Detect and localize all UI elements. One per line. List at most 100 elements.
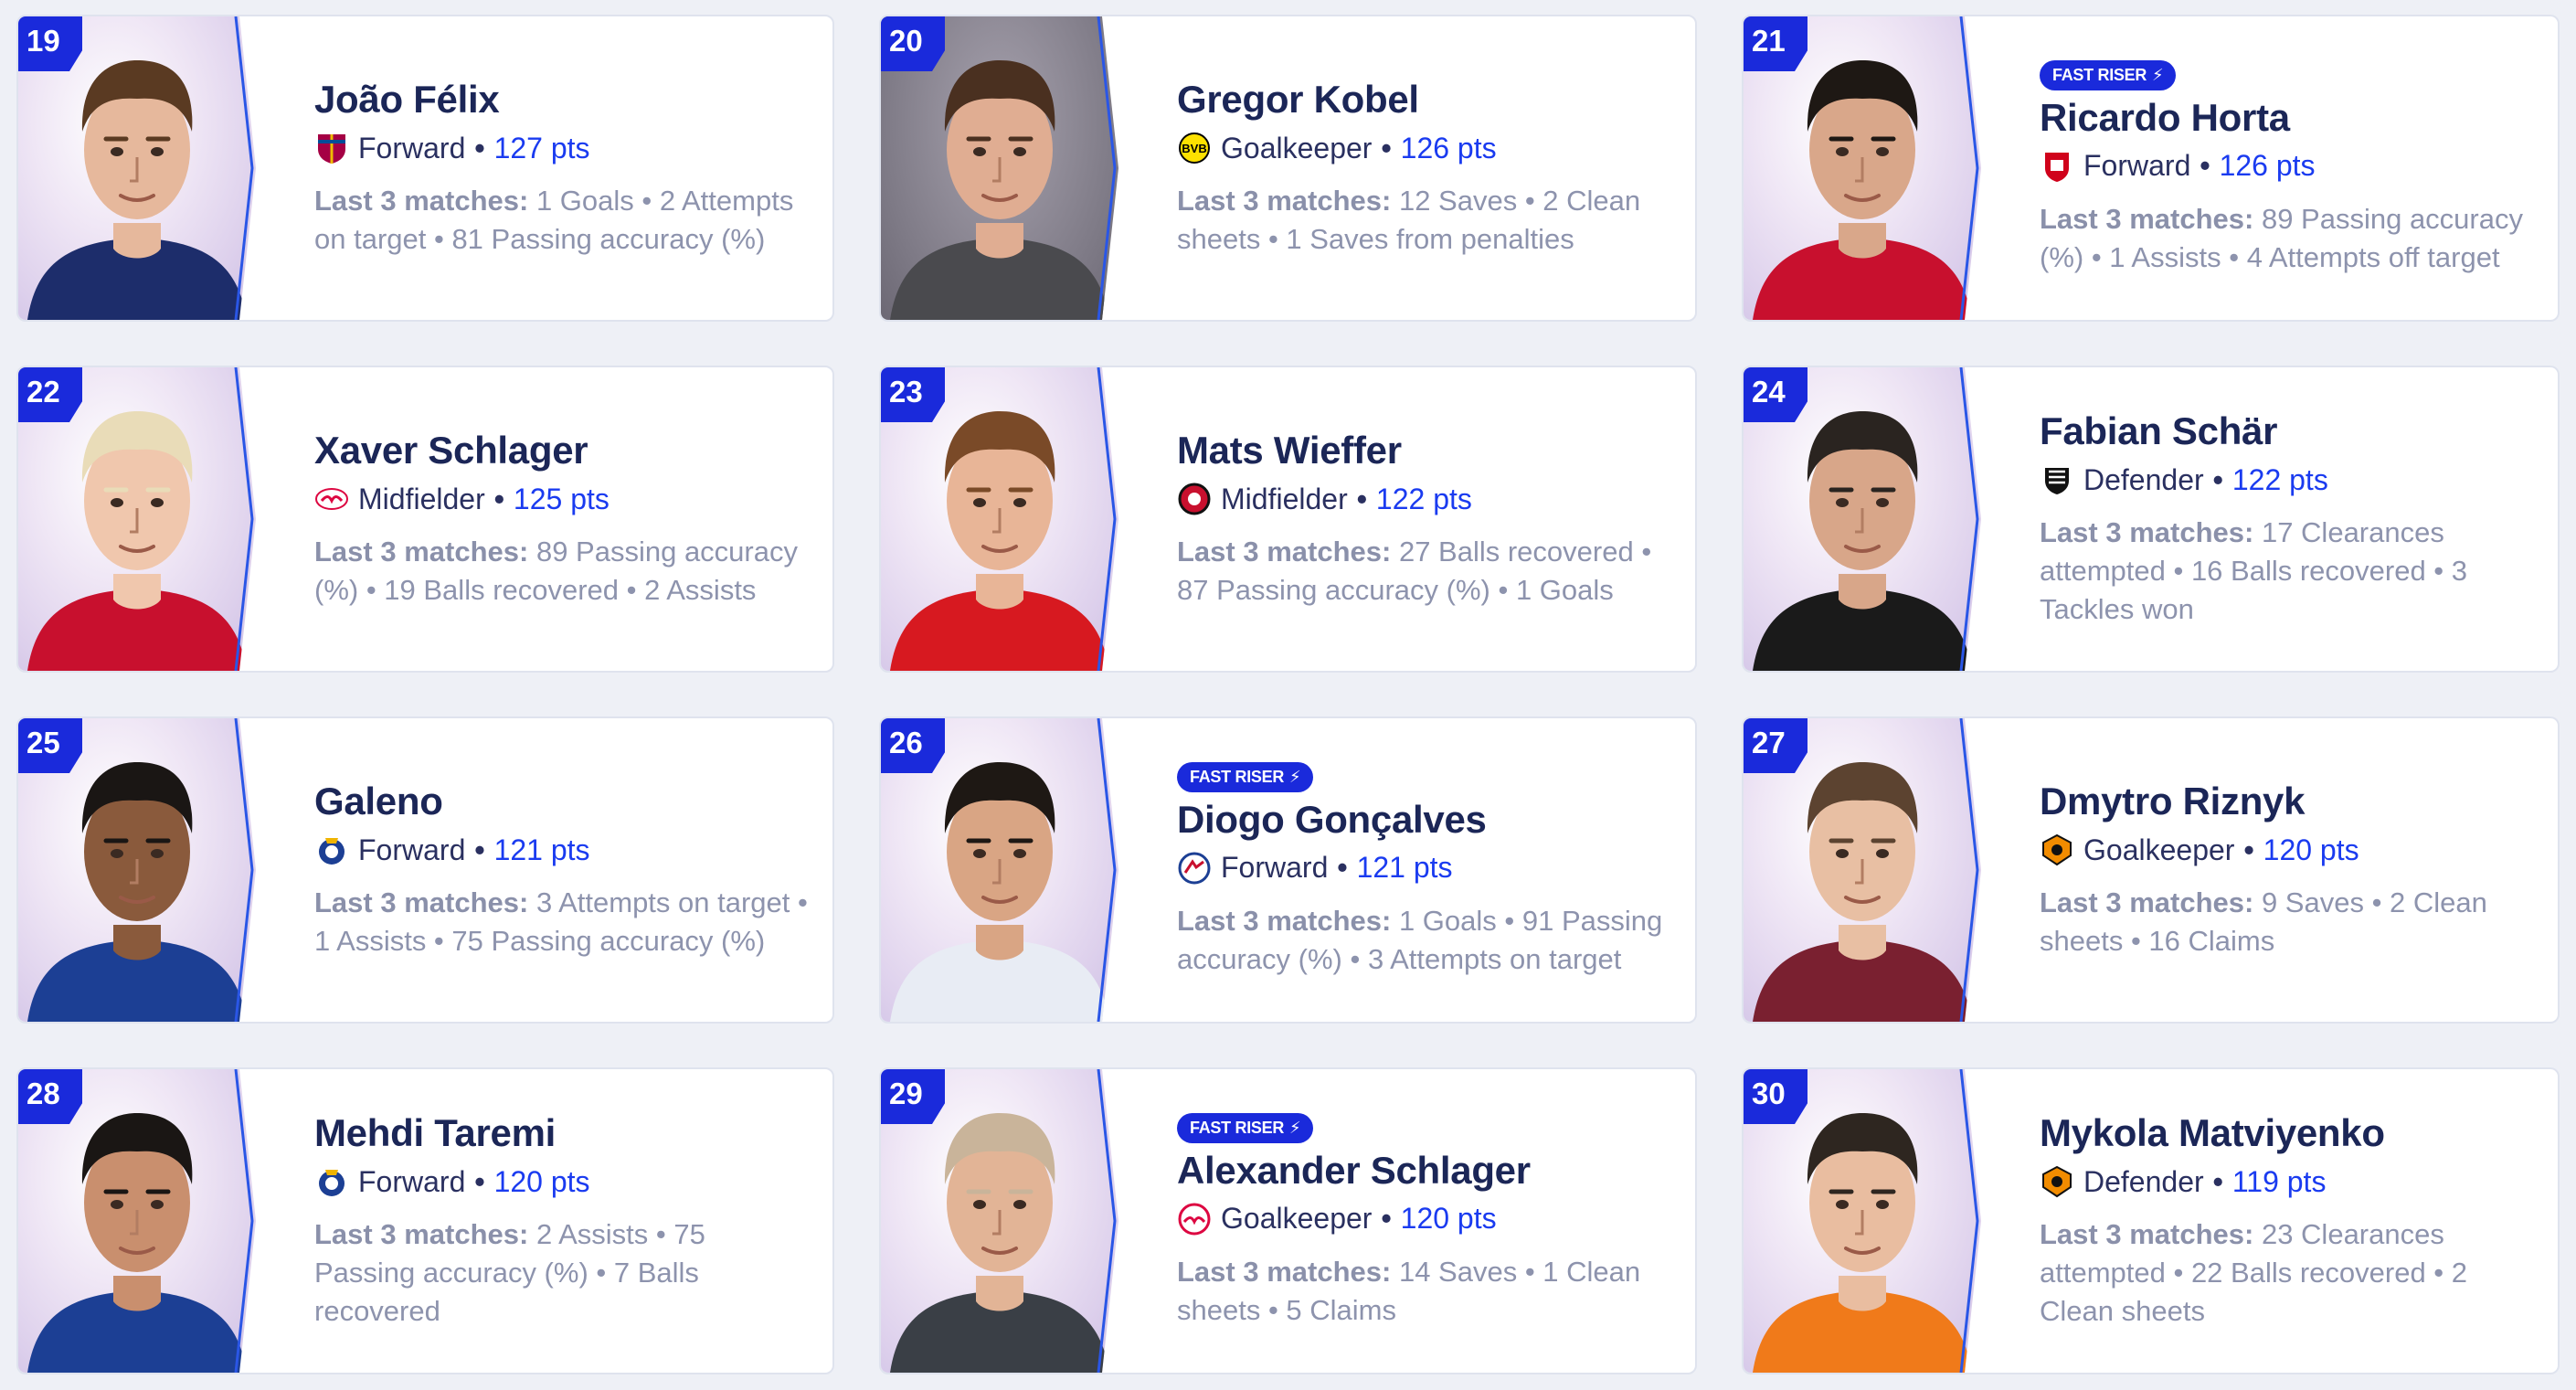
shakhtar-crest-icon — [2042, 1165, 2072, 1198]
shakhtar-crest-icon — [2042, 833, 2072, 866]
rank-number: 24 — [1744, 367, 1807, 422]
feyenoord-crest-icon — [1178, 483, 1211, 515]
player-stats: Last 3 matches: 14 Saves • 1 Clean sheet… — [1177, 1253, 1673, 1330]
player-card-rank-30[interactable]: 30 Mykola Matviyenko Defender • 119 pts Last … — [1742, 1067, 2560, 1374]
svg-text:BVB: BVB — [1182, 142, 1206, 155]
separator-dot: • — [1381, 131, 1392, 164]
player-name[interactable]: Ricardo Horta — [2040, 96, 2536, 140]
porto-crest-icon — [319, 1170, 345, 1196]
player-position: Forward — [358, 833, 466, 866]
player-card-rank-24[interactable]: 24 Fabian Schär Defender • 122 pts Last 3 mat… — [1742, 366, 2560, 673]
rank-number: 20 — [881, 16, 945, 71]
stats-label: Last 3 matches: — [2040, 516, 2254, 548]
player-info: Galeno Forward • 121 pts Last 3 matches: 3 A… — [314, 718, 811, 1022]
rank-number: 22 — [18, 367, 82, 422]
player-info: FAST RISER ⚡ Diogo Gonçalves Forward • 121 pt… — [1177, 718, 1673, 1022]
lightning-icon: ⚡ — [1289, 767, 1301, 786]
fast-riser-badge: FAST RISER ⚡ — [1177, 761, 1314, 792]
player-info: Fabian Schär Defender • 122 pts Last 3 match… — [2040, 367, 2536, 671]
player-name[interactable]: Dmytro Riznyk — [2040, 780, 2536, 823]
player-info: Mykola Matviyenko Defender • 119 pts Last 3 … — [2040, 1069, 2536, 1373]
player-info: João Félix Forward • 127 pts Last 3 matches:… — [314, 16, 811, 320]
player-points: 120 pts — [493, 1164, 590, 1198]
player-info: Gregor Kobel BVB Goalkeeper • 126 pts Last 3 … — [1177, 16, 1673, 320]
player-card-rank-26[interactable]: 26 FAST RISER ⚡ Diogo Gonçalves Forward • 121 … — [879, 716, 1697, 1024]
stats-label: Last 3 matches: — [1177, 185, 1392, 217]
fast-riser-badge: FAST RISER ⚡ — [1177, 1112, 1314, 1143]
stats-label: Last 3 matches: — [314, 1218, 529, 1250]
player-meta: Defender • 119 pts — [2040, 1164, 2536, 1199]
rank-number: 25 — [18, 718, 82, 773]
player-meta: Forward • 126 pts — [2040, 149, 2536, 184]
stats-label: Last 3 matches: — [2040, 202, 2254, 235]
barcelona-crest-icon — [318, 134, 345, 164]
player-stats: Last 3 matches: 1 Goals • 2 Attempts on … — [314, 182, 811, 259]
separator-dot: • — [474, 131, 485, 164]
separator-dot: • — [2212, 1164, 2223, 1198]
stats-label: Last 3 matches: — [2040, 1218, 2254, 1250]
player-card-rank-25[interactable]: 25 Galeno Forward • 121 pts Last 3 matches: 3… — [16, 716, 834, 1024]
player-name[interactable]: Mats Wieffer — [1177, 429, 1673, 472]
salzburg-crest-icon — [1178, 1203, 1211, 1235]
player-name[interactable]: Mykola Matviyenko — [2040, 1111, 2536, 1155]
stats-label: Last 3 matches: — [314, 185, 529, 217]
player-stats: Last 3 matches: 23 Clearances attempted … — [2040, 1215, 2536, 1331]
dortmund-crest-icon: BVB — [1179, 133, 1210, 164]
player-info: Mats Wieffer Midfielder • 122 pts Last 3 mat… — [1177, 367, 1673, 671]
rank-number: 23 — [881, 367, 945, 422]
player-name[interactable]: João Félix — [314, 78, 811, 122]
player-card-rank-19[interactable]: 19 João Félix Forward • 127 pts Last 3 matche… — [16, 15, 834, 322]
player-card-rank-27[interactable]: 27 Dmytro Riznyk Goalkeeper • 120 pts Last 3 … — [1742, 716, 2560, 1024]
player-name[interactable]: Fabian Schär — [2040, 409, 2536, 453]
player-points: 121 pts — [1356, 851, 1453, 884]
player-name[interactable]: Diogo Gonçalves — [1177, 798, 1673, 842]
separator-dot: • — [474, 833, 485, 866]
newcastle-crest-icon — [2045, 468, 2069, 494]
player-points: 125 pts — [513, 482, 610, 515]
rank-number: 19 — [18, 16, 82, 71]
player-stats: Last 3 matches: 89 Passing accuracy (%) … — [314, 533, 811, 610]
player-meta: Forward • 127 pts — [314, 131, 811, 165]
player-stats: Last 3 matches: 9 Saves • 2 Clean sheets… — [2040, 884, 2536, 960]
player-name[interactable]: Xaver Schlager — [314, 429, 811, 472]
player-card-rank-29[interactable]: 29 FAST RISER ⚡ Alexander Schlager Goalkeepe… — [879, 1067, 1697, 1374]
player-name[interactable]: Gregor Kobel — [1177, 78, 1673, 122]
player-name[interactable]: Galeno — [314, 780, 811, 823]
player-stats: Last 3 matches: 12 Saves • 2 Clean sheet… — [1177, 182, 1673, 259]
player-position: Forward — [358, 131, 466, 164]
rank-number: 21 — [1744, 16, 1807, 71]
player-meta: Goalkeeper • 120 pts — [1177, 1202, 1673, 1236]
player-meta: Forward • 121 pts — [314, 833, 811, 867]
stats-label: Last 3 matches: — [2040, 886, 2254, 918]
player-meta: Defender • 122 pts — [2040, 462, 2536, 497]
separator-dot: • — [474, 1164, 485, 1198]
player-card-rank-22[interactable]: 22 Xaver Schlager Midfielder • 125 pts Last 3… — [16, 366, 834, 673]
braga-crest-icon — [2045, 152, 2069, 182]
player-meta: Forward • 121 pts — [1177, 851, 1673, 886]
player-position: Goalkeeper — [1221, 1202, 1373, 1235]
player-card-rank-28[interactable]: 28 Mehdi Taremi Forward • 120 pts Last 3 matc… — [16, 1067, 834, 1374]
rank-number: 26 — [881, 718, 945, 773]
player-position: Forward — [2083, 149, 2191, 182]
porto-crest-icon — [319, 838, 345, 865]
stats-label: Last 3 matches: — [1177, 536, 1392, 568]
player-info: Xaver Schlager Midfielder • 125 pts Last 3 m… — [314, 367, 811, 671]
rank-number: 29 — [881, 1069, 945, 1124]
player-meta: BVB Goalkeeper • 126 pts — [1177, 131, 1673, 165]
player-card-rank-20[interactable]: 20 Gregor Kobel BVB Goalkeeper • 126 pts Last … — [879, 15, 1697, 322]
player-stats: Last 3 matches: 1 Goals • 91 Passing acc… — [1177, 902, 1673, 979]
rank-number: 30 — [1744, 1069, 1807, 1124]
player-position: Forward — [1221, 851, 1329, 884]
player-card-rank-21[interactable]: 21 FAST RISER ⚡ Ricardo Horta Forward • 126 pt… — [1742, 15, 2560, 322]
player-info: FAST RISER ⚡ Alexander Schlager Goalkeeper •… — [1177, 1069, 1673, 1373]
stats-label: Last 3 matches: — [1177, 904, 1392, 937]
stats-label: Last 3 matches: — [314, 536, 529, 568]
player-points: 127 pts — [493, 131, 590, 164]
player-name[interactable]: Mehdi Taremi — [314, 1111, 811, 1155]
player-name[interactable]: Alexander Schlager — [1177, 1149, 1673, 1193]
stats-label: Last 3 matches: — [314, 886, 529, 918]
player-position: Goalkeeper — [2083, 833, 2235, 866]
player-card-rank-23[interactable]: 23 Mats Wieffer Midfielder • 122 pts Last 3 m… — [879, 366, 1697, 673]
fast-riser-label: FAST RISER — [2052, 65, 2147, 84]
leipzig-crest-icon — [315, 488, 348, 510]
